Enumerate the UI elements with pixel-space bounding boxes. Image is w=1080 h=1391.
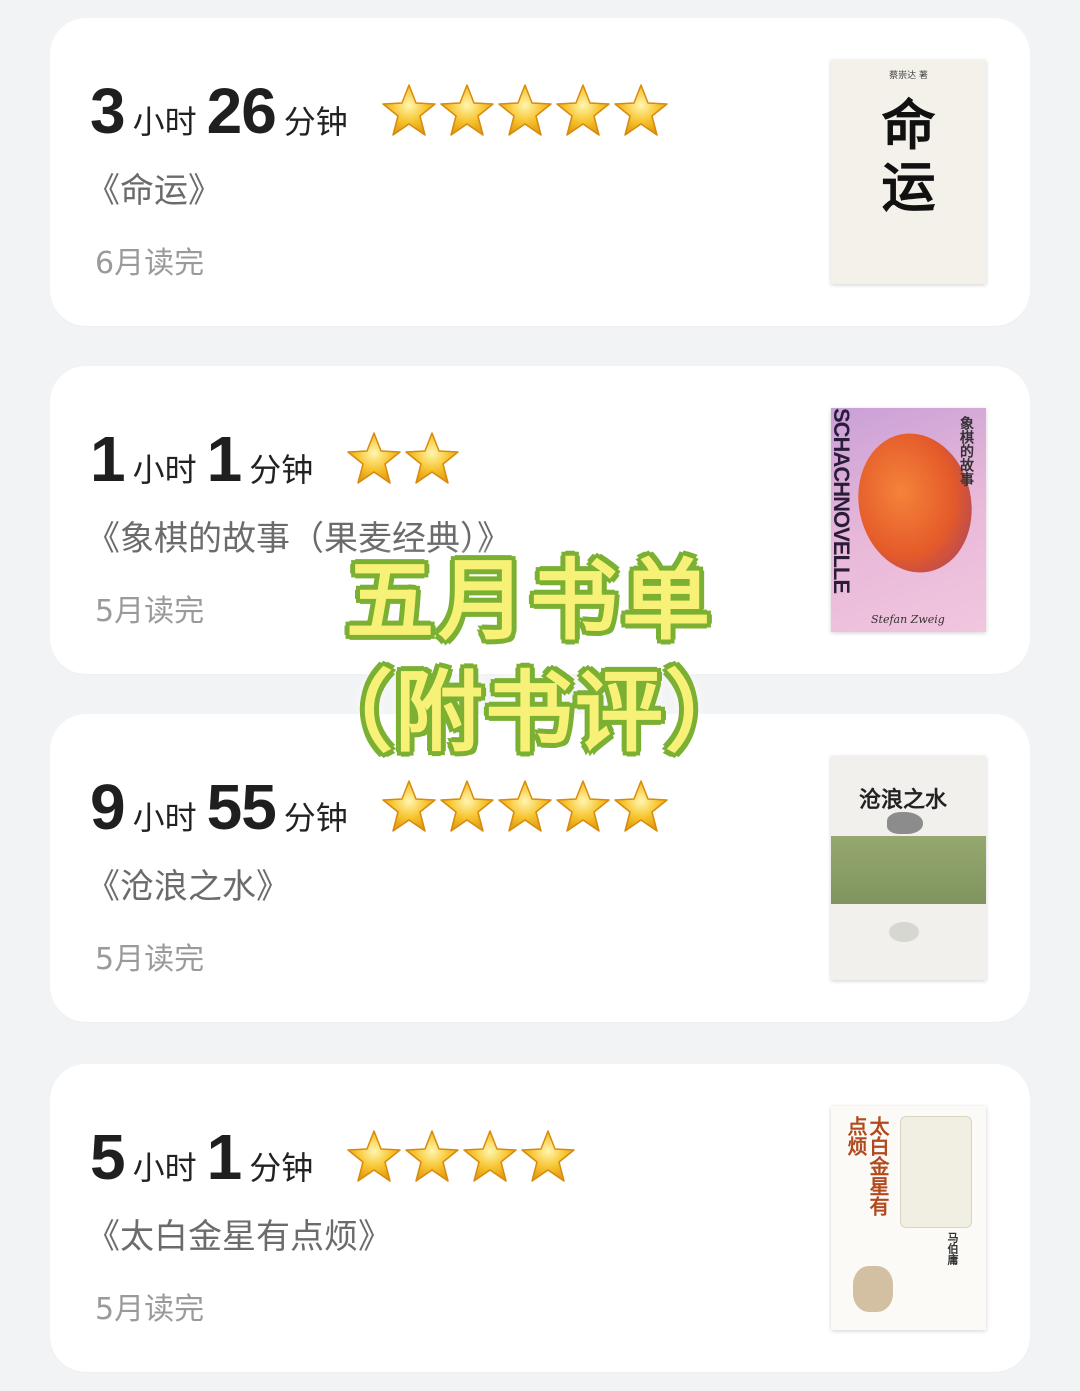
star-icon bbox=[496, 778, 554, 836]
cover-stone-illustration bbox=[887, 812, 923, 834]
book-cover[interactable]: 沧浪之水 bbox=[831, 756, 986, 980]
reading-time: 5 小时 1 分钟 bbox=[90, 1122, 577, 1192]
cover-vertical-title: SCHACHNOVELLE bbox=[831, 408, 854, 594]
book-cover[interactable]: SCHACHNOVELLE 象棋的故事 Stefan Zweig bbox=[831, 408, 986, 632]
cover-stone-illustration bbox=[889, 922, 919, 942]
cover-signature: Stefan Zweig bbox=[871, 613, 945, 626]
book-title[interactable]: 《沧浪之水》 bbox=[86, 859, 290, 908]
minutes-value: 1 bbox=[206, 1121, 243, 1193]
star-rating bbox=[345, 1128, 577, 1186]
star-icon bbox=[345, 430, 403, 488]
star-icon bbox=[554, 778, 612, 836]
minutes-unit: 分钟 bbox=[249, 1149, 314, 1187]
hours-value: 3 bbox=[90, 75, 126, 147]
star-icon bbox=[403, 430, 461, 488]
star-rating bbox=[345, 430, 461, 488]
cover-author: 马伯庸 bbox=[946, 1232, 959, 1265]
book-card-3[interactable]: 9 小时 55 分钟 《沧浪之水》 5月读完 沧浪之水 bbox=[50, 714, 1030, 1022]
star-icon bbox=[380, 778, 438, 836]
star-icon bbox=[612, 82, 670, 140]
hours-unit: 小时 bbox=[132, 451, 197, 489]
star-icon bbox=[519, 1128, 577, 1186]
hours-unit: 小时 bbox=[132, 103, 197, 141]
book-card-1[interactable]: 3 小时 26 分钟 《命运》 6月读完 蔡崇达 著 命 运 bbox=[50, 18, 1030, 326]
star-rating bbox=[380, 778, 670, 836]
cover-monkey-illustration bbox=[853, 1266, 893, 1312]
reading-time: 9 小时 55 分钟 bbox=[90, 772, 670, 842]
star-icon bbox=[438, 778, 496, 836]
book-title[interactable]: 《象棋的故事（果麦经典）》 bbox=[86, 511, 511, 560]
finished-date: 5月读完 bbox=[95, 1292, 205, 1327]
cover-title: 命 运 bbox=[881, 93, 936, 219]
hours-unit: 小时 bbox=[132, 799, 197, 837]
finished-date: 5月读完 bbox=[95, 942, 205, 977]
book-title[interactable]: 《命运》 bbox=[86, 163, 222, 212]
star-icon bbox=[461, 1128, 519, 1186]
star-icon bbox=[496, 82, 554, 140]
cover-illustration bbox=[900, 1116, 972, 1228]
hours-value: 9 bbox=[90, 771, 126, 843]
cover-band bbox=[831, 836, 986, 904]
cover-title: 沧浪之水 bbox=[859, 787, 948, 813]
finished-date: 6月读完 bbox=[95, 246, 205, 281]
star-icon bbox=[403, 1128, 461, 1186]
cover-author: 蔡崇达 著 bbox=[889, 71, 928, 81]
star-icon bbox=[438, 82, 496, 140]
minutes-unit: 分钟 bbox=[283, 103, 348, 141]
cover-title: 象棋的故事 bbox=[958, 416, 974, 486]
star-icon bbox=[612, 778, 670, 836]
cover-title: 太白金星有点烦 bbox=[844, 1116, 890, 1216]
star-icon bbox=[380, 82, 438, 140]
minutes-value: 26 bbox=[206, 75, 277, 147]
book-title[interactable]: 《太白金星有点烦》 bbox=[86, 1209, 392, 1258]
book-card-4[interactable]: 5 小时 1 分钟 《太白金星有点烦》 5月读完 太白金星有点烦 马伯庸 bbox=[50, 1064, 1030, 1372]
hours-value: 1 bbox=[90, 423, 126, 495]
book-card-2[interactable]: 1 小时 1 分钟 《象棋的故事（果麦经典）》 5月读完 SCHACHNOVEL… bbox=[50, 366, 1030, 674]
finished-date: 5月读完 bbox=[95, 594, 205, 629]
minutes-value: 1 bbox=[206, 423, 243, 495]
hours-value: 5 bbox=[90, 1121, 126, 1193]
minutes-unit: 分钟 bbox=[283, 799, 348, 837]
reading-time: 1 小时 1 分钟 bbox=[90, 424, 461, 494]
minutes-value: 55 bbox=[206, 771, 277, 843]
minutes-unit: 分钟 bbox=[249, 451, 314, 489]
hours-unit: 小时 bbox=[132, 1149, 197, 1187]
book-cover[interactable]: 太白金星有点烦 马伯庸 bbox=[831, 1106, 986, 1330]
star-icon bbox=[345, 1128, 403, 1186]
star-rating bbox=[380, 82, 670, 140]
book-cover[interactable]: 蔡崇达 著 命 运 bbox=[831, 60, 986, 284]
star-icon bbox=[554, 82, 612, 140]
reading-time: 3 小时 26 分钟 bbox=[90, 76, 670, 146]
